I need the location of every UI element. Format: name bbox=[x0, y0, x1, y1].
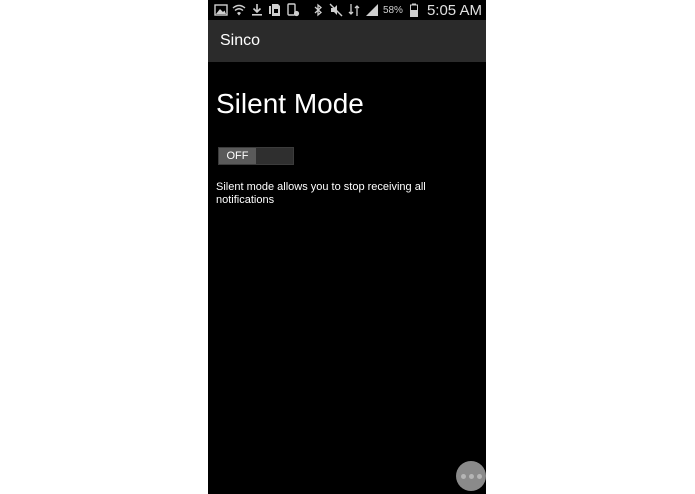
status-left-icons bbox=[214, 2, 300, 18]
download-icon bbox=[250, 3, 264, 17]
more-dots-icon bbox=[476, 473, 482, 479]
status-right-icons: 58% 5:05 AM bbox=[311, 1, 482, 19]
battery-icon bbox=[407, 3, 421, 17]
bluetooth-icon bbox=[311, 3, 325, 17]
page-title: Silent Mode bbox=[216, 88, 364, 119]
phone-screen: 58% 5:05 AM Sinco Silent Mode OFF Silent… bbox=[208, 0, 486, 494]
action-bar: Sinco bbox=[208, 20, 486, 62]
wifi-shield-icon bbox=[232, 3, 246, 17]
toggle-state-label: OFF bbox=[226, 150, 249, 162]
silent-mode-toggle[interactable]: OFF bbox=[218, 147, 294, 165]
status-clock: 5:05 AM bbox=[426, 1, 482, 19]
mute-icon bbox=[329, 3, 343, 17]
app-title: Sinco bbox=[220, 32, 261, 49]
more-dots-icon bbox=[460, 473, 466, 479]
more-options-button[interactable] bbox=[456, 461, 486, 491]
screenshot-icon bbox=[286, 3, 300, 17]
silent-mode-description: Silent mode allows you to stop receiving… bbox=[216, 181, 426, 206]
status-bar: 58% 5:05 AM bbox=[208, 0, 486, 20]
signal-icon bbox=[365, 3, 379, 17]
more-dots-icon bbox=[468, 473, 474, 479]
battery-percent: 58% bbox=[382, 4, 403, 16]
gallery-icon bbox=[214, 3, 228, 17]
toggle-thumb: OFF bbox=[219, 148, 256, 164]
sim-icon bbox=[268, 3, 282, 17]
network-icon bbox=[347, 3, 361, 17]
